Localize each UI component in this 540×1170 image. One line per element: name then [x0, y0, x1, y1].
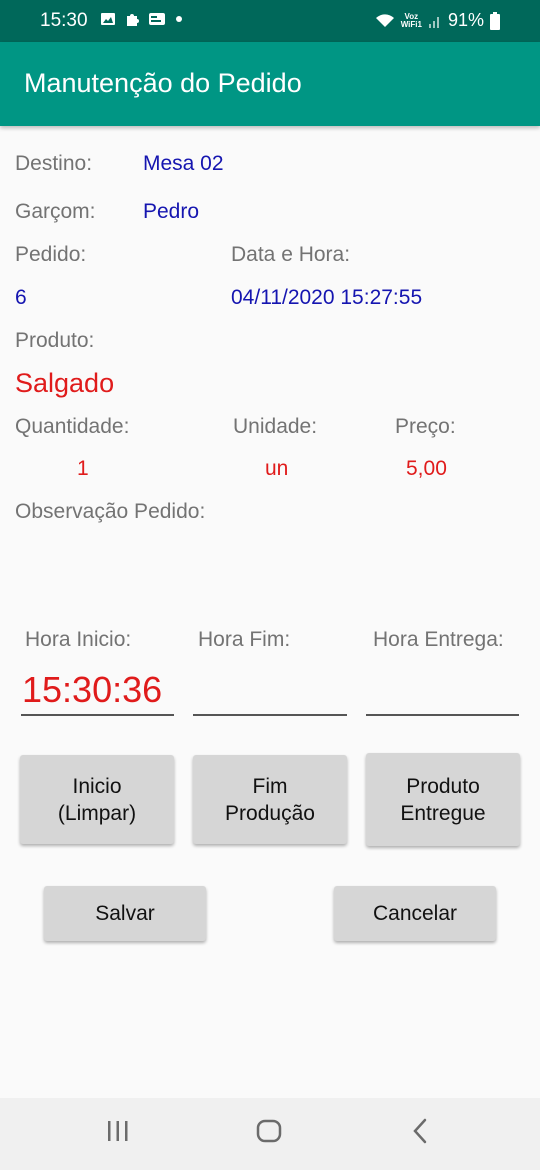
quantidade-label: Quantidade: — [15, 415, 130, 438]
produto-entregue-button[interactable]: Produto Entregue — [366, 753, 520, 846]
unidade-value: un — [265, 457, 289, 480]
entregue-line1: Produto — [406, 774, 480, 798]
inicio-button-label: Inicio (Limpar) — [58, 773, 136, 827]
navigation-bar — [0, 1098, 540, 1170]
destino-label: Destino: — [15, 152, 93, 175]
status-right: Voz WiFi1 91% — [375, 10, 500, 31]
unidade-label: Unidade: — [233, 415, 318, 438]
garcom-label: Garçom: — [15, 200, 96, 223]
puzzle-icon — [127, 14, 139, 26]
pedido-label: Pedido: — [15, 243, 87, 266]
dot-icon — [176, 16, 182, 22]
inicio-line1: Inicio — [72, 774, 122, 798]
app-bar: Manutenção do Pedido — [0, 42, 540, 126]
back-icon[interactable] — [410, 1116, 430, 1146]
entregue-button-label: Produto Entregue — [400, 773, 485, 827]
status-time: 15:30 — [40, 10, 88, 31]
card-icon — [149, 13, 165, 25]
hora-entrega-underline — [366, 714, 519, 716]
hora-inicio-underline — [21, 714, 174, 716]
hora-inicio-field[interactable]: 15:30:36 — [22, 669, 162, 711]
battery-percent: 91% — [447, 10, 484, 30]
quantidade-value: 1 — [77, 457, 89, 480]
status-bar: 15:30 Voz WiFi1 91% — [0, 0, 540, 42]
produto-label: Produto: — [15, 329, 95, 352]
hora-inicio-label: Hora Inicio: — [25, 628, 132, 651]
hora-fim-underline — [193, 714, 347, 716]
salvar-button[interactable]: Salvar — [44, 886, 206, 941]
preco-value: 5,00 — [406, 457, 447, 480]
fim-line1: Fim — [252, 774, 288, 798]
cancelar-button[interactable]: Cancelar — [334, 886, 496, 941]
notification-icons — [100, 11, 184, 27]
fim-button-label: Fim Produção — [225, 773, 315, 827]
inicio-line2: (Limpar) — [57, 801, 137, 825]
inicio-limpar-button[interactable]: Inicio (Limpar) — [20, 755, 174, 844]
produto-value: Salgado — [15, 368, 115, 398]
signal-icon — [428, 16, 439, 28]
preco-label: Preço: — [395, 415, 456, 438]
wifi-text: WiFi1 — [400, 19, 422, 29]
home-icon[interactable] — [255, 1116, 283, 1146]
pedido-value: 6 — [15, 286, 27, 309]
garcom-value: Pedro — [143, 200, 200, 223]
hora-entrega-label: Hora Entrega: — [373, 628, 504, 651]
entregue-line2: Entregue — [400, 801, 486, 825]
voz-wifi-label: Voz WiFi1 — [400, 12, 422, 29]
image-icon — [101, 13, 115, 25]
observacao-label: Observação Pedido: — [15, 500, 206, 523]
wifi-icon — [375, 13, 394, 27]
page-title: Manutenção do Pedido — [24, 68, 302, 98]
data-hora-label: Data e Hora: — [231, 243, 351, 266]
fim-producao-button[interactable]: Fim Produção — [193, 755, 347, 844]
data-hora-value: 04/11/2020 15:27:55 — [231, 286, 423, 309]
recent-apps-icon[interactable] — [106, 1116, 130, 1146]
battery-icon — [490, 11, 500, 30]
hora-fim-label: Hora Fim: — [198, 628, 291, 651]
destino-value: Mesa 02 — [143, 152, 224, 175]
fim-line2: Produção — [225, 801, 315, 825]
